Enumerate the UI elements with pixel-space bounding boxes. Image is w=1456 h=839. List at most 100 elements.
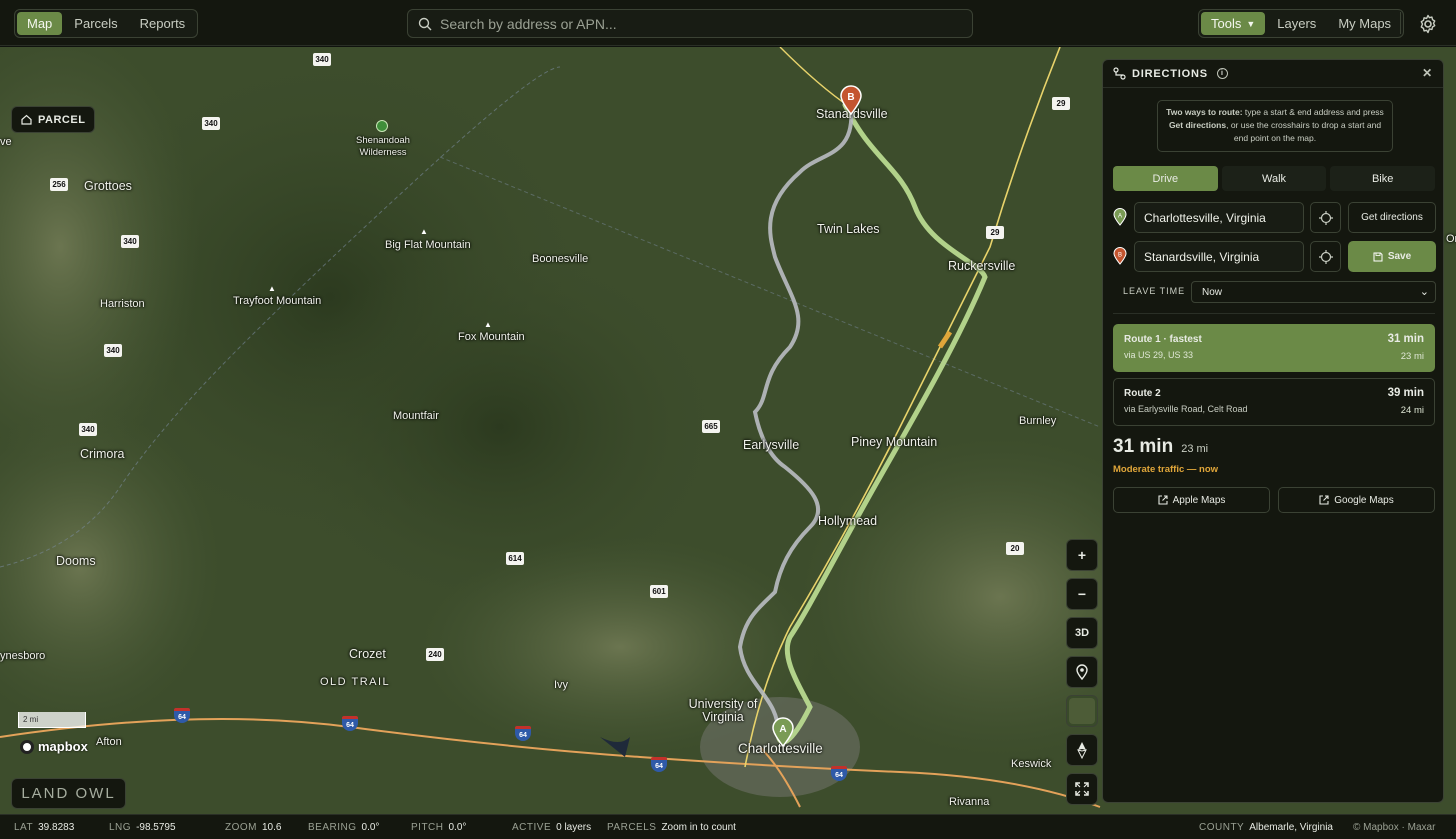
start-address-input[interactable]: Charlottesville, Virginia — [1134, 202, 1304, 233]
mountain-peak-icon: ▲ — [484, 320, 492, 329]
zoom-out-button[interactable]: − — [1066, 578, 1098, 610]
zoom-in-button[interactable]: + — [1066, 539, 1098, 571]
mountain-peak-icon: ▲ — [420, 227, 428, 236]
route-via: via Earlysville Road, Celt Road — [1124, 404, 1248, 414]
leave-time-select[interactable]: Now ⌄ — [1191, 281, 1436, 303]
start-marker-a[interactable]: A — [771, 717, 795, 747]
info-icon[interactable]: i — [1216, 68, 1228, 79]
place-label: University of Virginia — [688, 697, 758, 724]
parcel-chip[interactable]: PARCEL — [11, 106, 96, 133]
status-value: 0 layers — [556, 822, 592, 833]
external-link-icon — [1319, 495, 1329, 505]
end-crosshair-button[interactable] — [1310, 241, 1341, 272]
route-option-2[interactable]: Route 2 via Earlysville Road, Celt Road … — [1113, 378, 1435, 426]
place-label: Trayfoot Mountain — [233, 295, 322, 307]
status-value: 39.8283 — [38, 822, 75, 833]
road-shield: 256 — [50, 178, 68, 191]
status-key: ACTIVE — [512, 822, 552, 833]
end-marker-b[interactable]: B — [839, 85, 863, 115]
tab-bike[interactable]: Bike — [1330, 166, 1436, 191]
save-label: Save — [1387, 251, 1412, 262]
3d-toggle-button[interactable]: 3D — [1066, 617, 1098, 649]
end-pin-icon: B — [1113, 247, 1127, 265]
crosshair-icon — [1318, 210, 1333, 225]
nav-parcels[interactable]: Parcels — [64, 12, 127, 35]
end-address-input[interactable]: Stanardsville, Virginia — [1134, 241, 1304, 272]
directions-panel: DIRECTIONS i ✕ Two ways to route: type a… — [1102, 59, 1444, 803]
nav-map[interactable]: Map — [17, 12, 63, 35]
place-label: Shenandoah Wilderness — [356, 135, 410, 158]
close-icon[interactable]: ✕ — [1422, 66, 1433, 80]
google-maps-label: Google Maps — [1334, 494, 1394, 506]
get-directions-button[interactable]: Get directions — [1348, 202, 1436, 233]
travel-mode-tabs: Drive Walk Bike — [1113, 166, 1436, 191]
place-label: Ruckersville — [948, 259, 1016, 273]
svg-text:B: B — [847, 92, 854, 103]
place-label: Hollymead — [818, 514, 878, 528]
brand-wordmark: LAND OWL — [21, 785, 116, 802]
divider — [1400, 12, 1401, 34]
layers-button[interactable]: Layers — [1267, 12, 1326, 35]
road-shield: 614 — [506, 552, 524, 565]
svg-text:A: A — [1118, 214, 1122, 220]
status-key: COUNTY — [1199, 822, 1245, 833]
tools-menu-button[interactable]: Tools ▼ — [1201, 12, 1266, 35]
3d-label: 3D — [1074, 627, 1090, 639]
compass-button[interactable] — [1066, 734, 1098, 766]
chevron-down-icon: ⌄ — [1419, 286, 1429, 298]
hint-bold: Two ways to route: — [1166, 107, 1243, 117]
status-bearing: BEARING 0.0° — [308, 822, 379, 833]
park-icon — [376, 120, 388, 132]
route-distance: 24 mi — [1400, 405, 1424, 416]
apple-maps-button[interactable]: Apple Maps — [1113, 487, 1270, 513]
status-lng: LNG -98.5795 — [109, 822, 176, 833]
status-value: -98.5795 — [136, 822, 176, 833]
my-maps-button[interactable]: My Maps — [1328, 12, 1401, 35]
place-label: Big Flat Mountain — [385, 239, 471, 251]
road-shield: 340 — [79, 423, 97, 436]
tab-drive[interactable]: Drive — [1113, 166, 1218, 191]
status-key: PITCH — [411, 822, 444, 833]
apple-maps-label: Apple Maps — [1172, 494, 1226, 506]
status-key: BEARING — [308, 822, 357, 833]
land-owl-logo: LAND OWL — [11, 778, 126, 809]
route-name: Route 2 — [1124, 388, 1161, 399]
search-input[interactable]: Search by address or APN... — [407, 9, 973, 38]
save-button[interactable]: Save — [1348, 241, 1436, 272]
start-crosshair-button[interactable] — [1310, 202, 1341, 233]
status-county: COUNTY Albemarle, Virginia — [1199, 822, 1333, 833]
fullscreen-button[interactable] — [1066, 773, 1098, 805]
hint-bold: Get directions — [1168, 120, 1227, 130]
place-label: ynesboro — [0, 650, 46, 662]
status-key: ZOOM — [225, 822, 257, 833]
nav-reports[interactable]: Reports — [130, 12, 196, 35]
place-label: Burnley — [1019, 415, 1057, 427]
place-label: Rivanna — [949, 796, 990, 808]
google-maps-button[interactable]: Google Maps — [1278, 487, 1435, 513]
search-placeholder: Search by address or APN... — [440, 15, 617, 32]
chevron-down-icon: ▼ — [1246, 18, 1256, 29]
summary-time: 31 min — [1113, 436, 1174, 457]
tab-walk[interactable]: Walk — [1221, 166, 1327, 191]
place-label: Keswick — [1011, 758, 1052, 770]
mountain-peak-icon: ▲ — [268, 284, 276, 293]
gear-icon[interactable] — [1416, 12, 1440, 36]
place-label: Fox Mountain — [458, 331, 525, 343]
traffic-status: Moderate traffic — now — [1113, 464, 1219, 475]
place-label: Grottoes — [84, 179, 132, 193]
route-option-1[interactable]: Route 1 · fastest via US 29, US 33 31 mi… — [1113, 324, 1435, 372]
search-icon — [418, 17, 432, 30]
road-shield: 20 — [1006, 542, 1024, 555]
parcel-chip-label: PARCEL — [38, 113, 86, 126]
status-bar: LAT 39.8283 LNG -98.5795 ZOOM 10.6 BEARING 0… — [0, 814, 1456, 839]
locate-button[interactable] — [1066, 656, 1098, 688]
scale-bar: 2 mi — [18, 712, 86, 728]
crosshair-icon — [1318, 249, 1333, 264]
place-label: Harriston — [100, 298, 145, 310]
mapbox-wordmark: mapbox — [38, 739, 88, 754]
place-label: Dooms — [56, 554, 96, 568]
mapbox-attribution[interactable]: mapbox — [20, 739, 88, 754]
external-link-icon — [1158, 495, 1168, 505]
road-shield: 340 — [202, 117, 220, 130]
basemap-toggle-button[interactable] — [1066, 695, 1098, 727]
